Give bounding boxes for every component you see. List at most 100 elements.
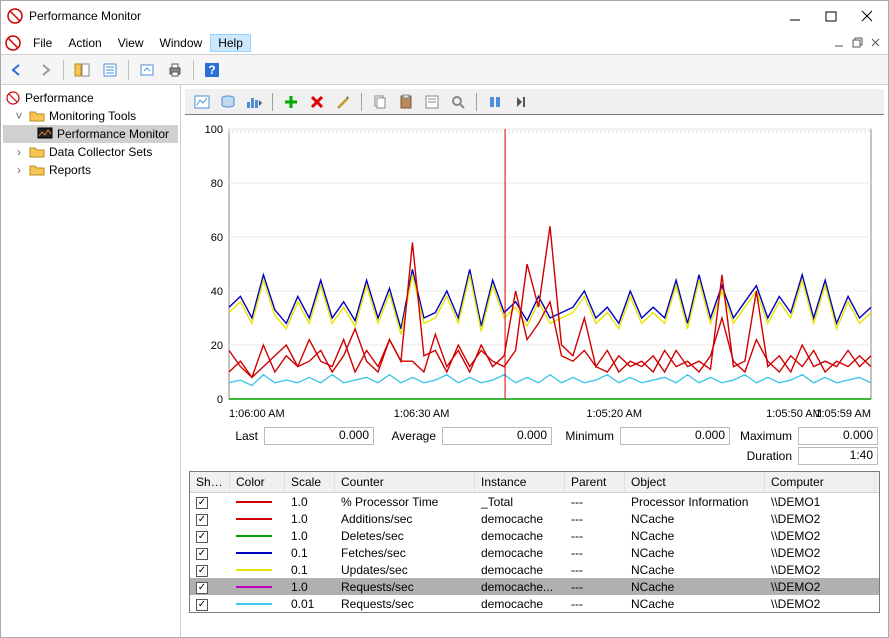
mdi-minimize-button[interactable] <box>832 35 848 51</box>
maximize-button[interactable] <box>822 7 840 25</box>
show-checkbox[interactable]: ✓ <box>196 497 208 509</box>
update-button[interactable] <box>510 91 532 113</box>
zoom-button[interactable] <box>447 91 469 113</box>
properties-counter-button[interactable] <box>421 91 443 113</box>
show-checkbox[interactable]: ✓ <box>196 514 208 526</box>
menu-action[interactable]: Action <box>60 34 109 52</box>
col-object[interactable]: Object <box>625 472 765 492</box>
col-counter[interactable]: Counter <box>335 472 475 492</box>
delete-counter-button[interactable] <box>306 91 328 113</box>
svg-text:1:06:30 AM: 1:06:30 AM <box>394 408 450 420</box>
color-cell <box>230 518 285 520</box>
back-button[interactable] <box>5 58 29 82</box>
main-split: Performance ˅ Monitoring Tools Performan… <box>1 85 888 637</box>
monitor-icon <box>37 126 53 142</box>
color-cell <box>230 603 285 605</box>
table-header: Show Color Scale Counter Instance Parent… <box>190 472 879 493</box>
mdi-restore-button[interactable] <box>850 35 866 51</box>
scale-cell: 0.1 <box>285 563 335 577</box>
print-button[interactable] <box>163 58 187 82</box>
table-row[interactable]: ✓1.0Additions/secdemocache---NCache\\DEM… <box>190 510 879 527</box>
tree-label: Performance Monitor <box>57 127 169 141</box>
menu-view[interactable]: View <box>110 34 152 52</box>
object-cell: NCache <box>625 563 765 577</box>
expander-icon[interactable]: ˅ <box>13 109 25 123</box>
paste-button[interactable] <box>395 91 417 113</box>
freeze-button[interactable] <box>484 91 506 113</box>
table-row[interactable]: ✓0.01Requests/secdemocache---NCache\\DEM… <box>190 595 879 612</box>
tree-label: Reports <box>49 163 91 177</box>
table-row[interactable]: ✓0.1Updates/secdemocache---NCache\\DEMO2 <box>190 561 879 578</box>
duration-row: Duration 1:40 <box>181 447 888 469</box>
last-label: Last <box>202 429 258 443</box>
show-checkbox[interactable]: ✓ <box>196 599 208 611</box>
show-checkbox[interactable]: ✓ <box>196 565 208 577</box>
help-button[interactable]: ? <box>200 58 224 82</box>
view-log-button[interactable] <box>217 91 239 113</box>
col-color[interactable]: Color <box>230 472 285 492</box>
counter-table[interactable]: Show Color Scale Counter Instance Parent… <box>189 471 880 613</box>
highlight-button[interactable] <box>332 91 354 113</box>
minimum-value: 0.000 <box>620 427 730 445</box>
table-row[interactable]: ✓1.0Requests/secdemocache...---NCache\\D… <box>190 578 879 595</box>
add-counter-button[interactable] <box>280 91 302 113</box>
close-button[interactable] <box>858 7 876 25</box>
parent-cell: --- <box>565 580 625 594</box>
title-bar: Performance Monitor <box>1 1 888 31</box>
counter-cell: Deletes/sec <box>335 529 475 543</box>
scale-cell: 1.0 <box>285 495 335 509</box>
chart-area[interactable]: 1008060402001:06:00 AM1:06:30 AM1:05:20 … <box>189 123 880 423</box>
show-checkbox[interactable]: ✓ <box>196 582 208 594</box>
expander-icon[interactable]: › <box>13 145 25 159</box>
instance-cell: democache <box>475 546 565 560</box>
parent-cell: --- <box>565 546 625 560</box>
export-button[interactable] <box>135 58 159 82</box>
table-row[interactable]: ✓1.0% Processor Time_Total---Processor I… <box>190 493 879 510</box>
expander-icon[interactable]: › <box>13 163 25 177</box>
color-cell <box>230 535 285 537</box>
col-computer[interactable]: Computer <box>765 472 875 492</box>
svg-text:80: 80 <box>211 178 223 190</box>
line-chart: 1008060402001:06:00 AM1:06:30 AM1:05:20 … <box>189 123 879 423</box>
maximum-value: 0.000 <box>798 427 878 445</box>
object-cell: Processor Information <box>625 495 765 509</box>
main-toolbar: ? <box>1 55 888 85</box>
menu-help[interactable]: Help <box>210 34 251 52</box>
table-row[interactable]: ✓0.1Fetches/secdemocache---NCache\\DEMO2 <box>190 544 879 561</box>
menu-window[interactable]: Window <box>152 34 211 52</box>
show-checkbox[interactable]: ✓ <box>196 548 208 560</box>
duration-label: Duration <box>736 449 792 463</box>
tree-reports[interactable]: › Reports <box>3 161 178 179</box>
folder-icon <box>29 162 45 178</box>
col-instance[interactable]: Instance <box>475 472 565 492</box>
tree-view[interactable]: Performance ˅ Monitoring Tools Performan… <box>1 85 181 637</box>
show-hide-tree-button[interactable] <box>70 58 94 82</box>
tree-label: Monitoring Tools <box>49 109 136 123</box>
graph-type-button[interactable] <box>243 91 265 113</box>
parent-cell: --- <box>565 529 625 543</box>
object-cell: NCache <box>625 512 765 526</box>
svg-text:1:05:50 AM: 1:05:50 AM <box>766 408 822 420</box>
svg-text:100: 100 <box>205 124 223 136</box>
menu-file[interactable]: File <box>25 34 60 52</box>
scale-cell: 0.1 <box>285 546 335 560</box>
tree-root-performance[interactable]: Performance <box>3 89 178 107</box>
copy-button[interactable] <box>369 91 391 113</box>
mdi-close-button[interactable] <box>868 35 884 51</box>
view-current-button[interactable] <box>191 91 213 113</box>
show-checkbox[interactable]: ✓ <box>196 531 208 543</box>
col-parent[interactable]: Parent <box>565 472 625 492</box>
tree-data-collector-sets[interactable]: › Data Collector Sets <box>3 143 178 161</box>
forward-button[interactable] <box>33 58 57 82</box>
instance-cell: democache <box>475 512 565 526</box>
col-show[interactable]: Show <box>190 472 230 492</box>
minimize-button[interactable] <box>786 7 804 25</box>
properties-button[interactable] <box>98 58 122 82</box>
tree-performance-monitor[interactable]: Performance Monitor <box>3 125 178 143</box>
tree-monitoring-tools[interactable]: ˅ Monitoring Tools <box>3 107 178 125</box>
scale-cell: 1.0 <box>285 529 335 543</box>
object-cell: NCache <box>625 529 765 543</box>
table-row[interactable]: ✓1.0Deletes/secdemocache---NCache\\DEMO2 <box>190 527 879 544</box>
parent-cell: --- <box>565 597 625 611</box>
col-scale[interactable]: Scale <box>285 472 335 492</box>
